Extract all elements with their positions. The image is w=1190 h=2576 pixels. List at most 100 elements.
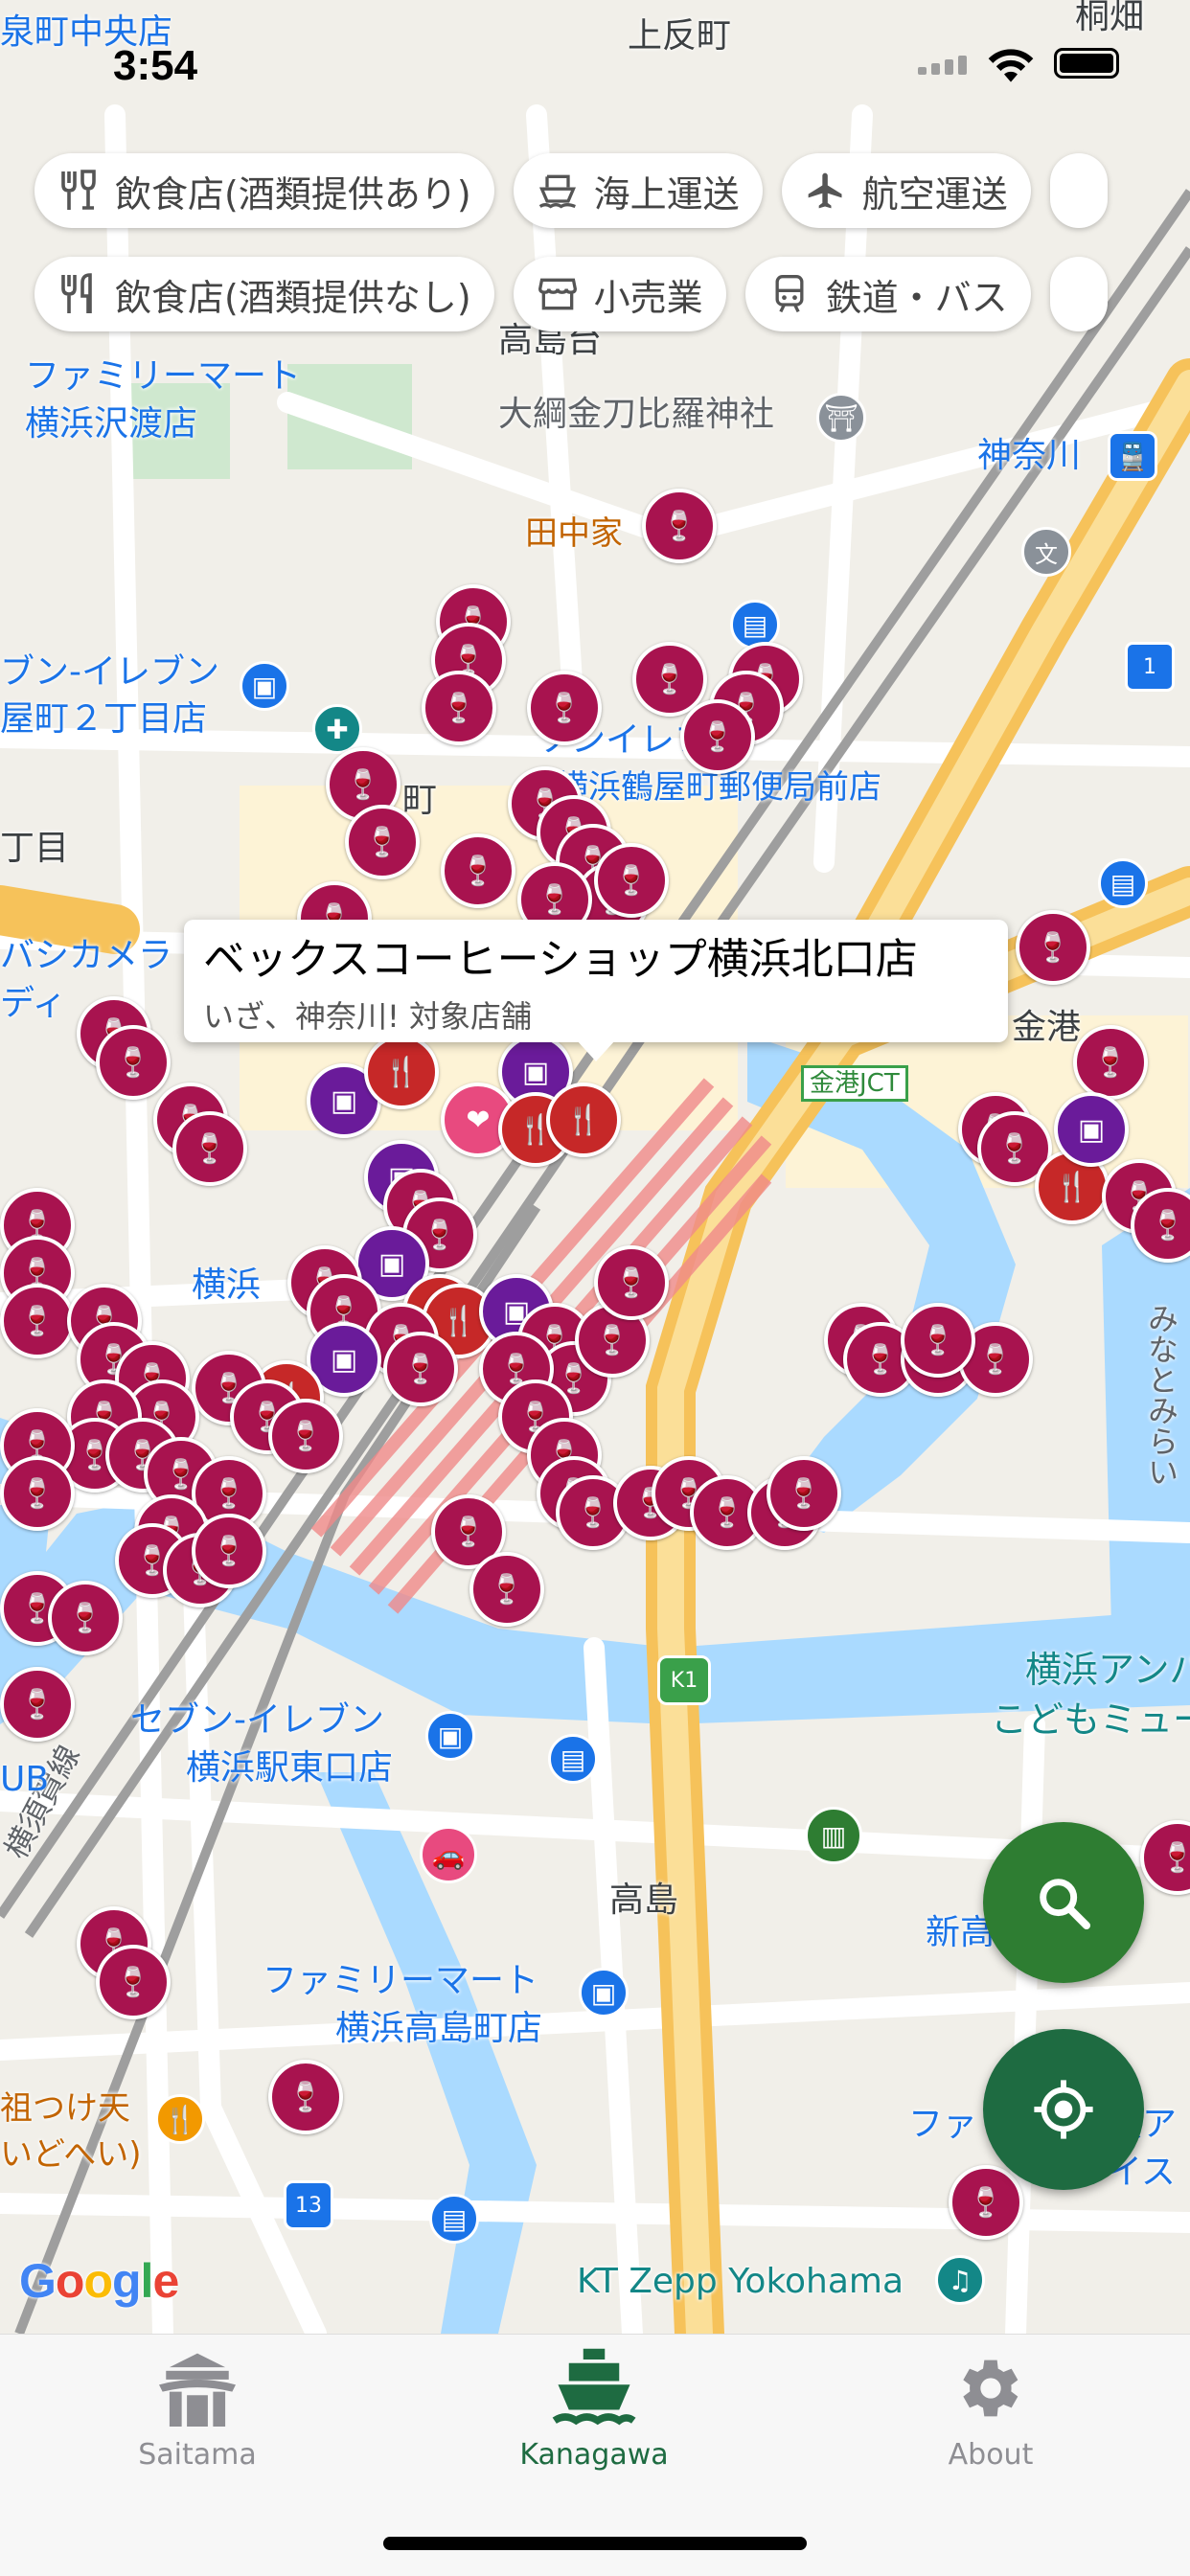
wine-fork-icon <box>56 168 102 214</box>
label-famima-takashima-2: 横浜高島町店 <box>335 2009 543 2048</box>
alcohol-venue-marker[interactable]: 🍷 <box>268 2060 343 2134</box>
label-seven-east-1: セブン-イレブン <box>130 1700 384 1740</box>
store-marker[interactable]: ▣ <box>1054 1092 1129 1167</box>
search-button[interactable] <box>983 1822 1144 1983</box>
alcohol-venue-marker[interactable]: 🍷 <box>345 805 420 879</box>
label-seven-1: ブン-イレブン <box>0 652 219 692</box>
label-kanagawa-station: 神奈川 <box>977 436 1082 475</box>
label-takashima: 高島 <box>609 1881 679 1920</box>
filter-chip-label: 小売業 <box>593 276 703 319</box>
filter-row-2: 飲食店(酒類提供なし) 小売業 鉄道・バス <box>34 257 1108 331</box>
google-logo: Google <box>19 2254 179 2308</box>
filter-chip-retail[interactable]: 小売業 <box>513 257 726 331</box>
my-location-icon <box>1034 2080 1093 2139</box>
label-ub: UB <box>0 1760 50 1799</box>
label-yokohama: 横浜 <box>192 1265 262 1305</box>
label-bic-1: バシカメラ <box>0 936 173 975</box>
label-route-1: 1 <box>1143 654 1156 679</box>
label-anpanman-1: 横浜アンパ <box>1025 1649 1190 1691</box>
store-poi-icon: ▣ <box>579 1968 629 2017</box>
route-13-sign: 13 <box>284 2180 333 2230</box>
label-bic-2: ディ <box>0 984 67 1023</box>
tab-label: Kanagawa <box>519 2438 669 2472</box>
alcohol-venue-marker[interactable]: 🍷 <box>0 1667 75 1742</box>
alcohol-venue-marker[interactable]: 🍷 <box>594 1245 669 1320</box>
alcohol-venue-marker[interactable]: 🍷 <box>527 671 602 745</box>
alcohol-venue-marker[interactable]: 🍷 <box>422 671 496 745</box>
cellular-signal-icon <box>918 56 967 75</box>
bus-poi-icon: ▤ <box>429 2194 479 2244</box>
shrine-icon: ⛩ <box>816 393 866 443</box>
alcohol-venue-marker[interactable]: 🍷 <box>469 1552 544 1627</box>
store-poi-icon: ▣ <box>240 661 289 711</box>
fork-knife-icon <box>56 271 102 317</box>
tab-kanagawa[interactable]: Kanagawa <box>489 2344 699 2472</box>
alcohol-venue-marker[interactable]: 🍷 <box>680 699 755 774</box>
alcohol-venue-marker[interactable]: 🍷 <box>383 1332 458 1406</box>
status-time: 3:54 <box>113 42 198 89</box>
alcohol-venue-marker[interactable]: 🍷 <box>901 1303 975 1378</box>
alcohol-venue-marker[interactable]: 🍷 <box>96 1945 171 2019</box>
label-minatomirai: みなとみらい <box>1143 1303 1179 1487</box>
alcohol-venue-marker[interactable]: 🍷 <box>642 489 717 563</box>
alcohol-venue-marker[interactable]: 🍷 <box>0 1456 75 1531</box>
alcohol-venue-marker[interactable]: 🍷 <box>767 1456 841 1531</box>
label-shintakashima: 新高 <box>926 1913 995 1952</box>
filter-chip-more[interactable] <box>1049 153 1108 228</box>
filter-chip-air[interactable]: 航空運送 <box>781 153 1031 228</box>
wifi-icon <box>988 49 1034 82</box>
filter-chip-label: 航空運送 <box>861 172 1008 216</box>
label-seven-east-2: 横浜駅東口店 <box>186 1748 394 1788</box>
map-view[interactable]: 泉町中央店 上反町 桐畑 高島台 ファミリーマート 横浜沢渡店 大綱金刀比羅神社… <box>0 0 1190 2334</box>
alcohol-venue-marker[interactable]: 🍷 <box>268 1399 343 1473</box>
train-station-icon: 🚆 <box>1108 431 1157 481</box>
ship-icon <box>535 168 581 214</box>
status-bar: 3:54 <box>0 0 1190 126</box>
filter-chip-no-alcohol[interactable]: 飲食店(酒類提供なし) <box>34 257 494 331</box>
alcohol-venue-marker[interactable]: 🍷 <box>594 843 669 918</box>
label-kinko-jct: 金港JCT <box>801 1065 908 1102</box>
tab-saitama[interactable]: Saitama <box>92 2344 303 2472</box>
label-kinko: 金港 <box>1012 1008 1082 1047</box>
marker-callout[interactable]: ベックスコーヒーショップ横浜北口店 いざ、神奈川! 対象店舗 <box>184 920 1008 1061</box>
airplane-icon <box>803 168 849 214</box>
search-icon <box>1040 1879 1090 1929</box>
alcohol-venue-marker[interactable]: 🍷 <box>0 1284 75 1358</box>
music-venue-icon: ♫ <box>935 2255 985 2305</box>
alcohol-venue-marker[interactable]: 🍷 <box>172 1111 247 1186</box>
alcohol-venue-marker[interactable]: 🍷 <box>192 1514 266 1588</box>
filter-chip-more[interactable] <box>1049 257 1108 331</box>
school-icon: 文 <box>1021 527 1071 577</box>
alcohol-venue-marker[interactable]: 🍷 <box>1073 1025 1148 1100</box>
my-location-button[interactable] <box>983 2029 1144 2190</box>
bus-poi-icon: ▤ <box>548 1734 598 1784</box>
restaurant-marker[interactable]: 🍴 <box>546 1083 621 1157</box>
label-tanakaya: 田中家 <box>525 514 623 553</box>
label-sotetsu-1: 祖つけ天 <box>0 2089 130 2128</box>
alcohol-venue-marker[interactable]: 🍷 <box>96 1025 171 1100</box>
label-sotetsu-2: いどへい) <box>0 2135 142 2174</box>
filter-chip-maritime[interactable]: 海上運送 <box>513 153 763 228</box>
gate-icon <box>159 2353 236 2427</box>
label-k1: K1 <box>670 1668 698 1693</box>
gear-icon <box>963 2359 1018 2417</box>
alcohol-venue-marker[interactable]: 🍷 <box>1016 910 1090 985</box>
restaurant-marker[interactable]: 🍴 <box>364 1035 439 1109</box>
tab-label: About <box>948 2438 1034 2472</box>
label-famima-sawatari-2: 横浜沢渡店 <box>25 404 198 444</box>
label-chome: 丁目 <box>0 829 70 868</box>
label-seven-2: 屋町２丁目店 <box>0 699 208 739</box>
hospital-icon: ✚ <box>312 704 362 754</box>
filter-chip-alcohol[interactable]: 飲食店(酒類提供あり) <box>34 153 494 228</box>
label-post: 横浜鶴屋町郵便局前店 <box>556 768 881 807</box>
label-shrine: 大綱金刀比羅神社 <box>498 395 775 434</box>
alcohol-venue-marker[interactable]: 🍷 <box>441 833 515 908</box>
alcohol-venue-marker[interactable]: 🍷 <box>949 2165 1023 2240</box>
tab-about[interactable]: About <box>885 2344 1096 2472</box>
alcohol-venue-marker[interactable]: 🍷 <box>48 1581 123 1655</box>
label-anpanman-2: こどもミュー <box>991 1698 1190 1741</box>
filter-chip-rail-bus[interactable]: 鉄道・バス <box>744 257 1031 331</box>
route-k1-sign: K1 <box>657 1655 711 1705</box>
label-machi: 町 <box>402 781 438 820</box>
filter-row-1: 飲食店(酒類提供あり) 海上運送 航空運送 <box>34 153 1108 228</box>
